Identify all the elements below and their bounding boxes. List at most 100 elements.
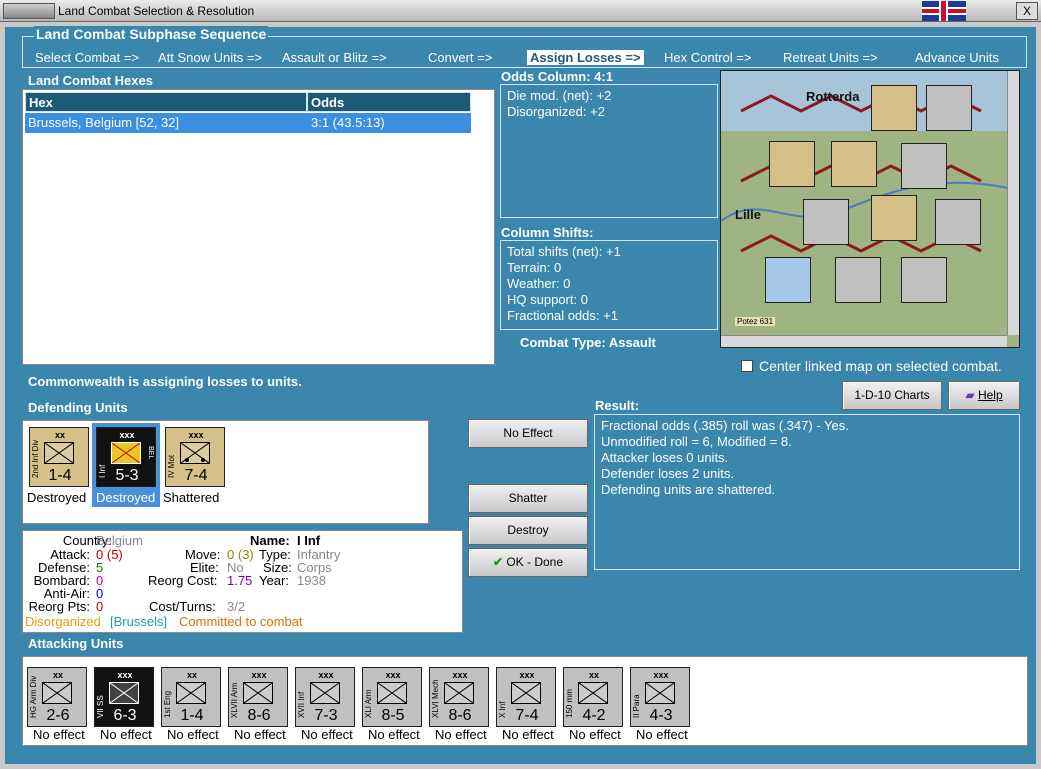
- attacker-counter[interactable]: xxx XLVII Arm 8-6: [228, 667, 288, 727]
- map-unit-counter[interactable]: [871, 85, 917, 131]
- defender-status: Destroyed: [27, 490, 87, 505]
- shatter-button[interactable]: Shatter: [468, 484, 588, 513]
- unit-type-icon: [645, 682, 675, 704]
- hexes-title: Land Combat Hexes: [28, 73, 153, 88]
- map-unit-counter[interactable]: [901, 257, 947, 303]
- close-button[interactable]: X: [1016, 2, 1038, 20]
- odds-cell: 3:1 (43.5:13): [311, 115, 385, 130]
- attacker-counter[interactable]: xxx VII SS 6-3: [94, 667, 154, 727]
- attacker-status: No effect: [435, 727, 487, 742]
- reorgcost-value: 1.75: [227, 573, 253, 588]
- step-select-combat: Select Combat =>: [35, 50, 140, 65]
- infantry-icon: [44, 442, 74, 464]
- disorganized-status: Disorganized: [25, 614, 101, 629]
- attacker-counter[interactable]: xx 150 mm 4-2: [563, 667, 623, 727]
- center-map-label: Center linked map on selected combat.: [759, 358, 1002, 374]
- name-value: I Inf: [297, 533, 321, 548]
- defender-counter[interactable]: xxx IV Mot 7-4: [165, 427, 225, 487]
- result-line: Unmodified roll = 6, Modified = 8.: [601, 434, 792, 449]
- map-unit-counter[interactable]: [935, 199, 981, 245]
- defender-counter[interactable]: xx 2nd Inf Div 1-4: [29, 427, 89, 487]
- map-label-lille: Lille: [735, 207, 762, 222]
- result-title: Result:: [595, 398, 640, 413]
- shift-line: Fractional odds: +1: [507, 308, 618, 323]
- step-assign-losses: Assign Losses =>: [527, 50, 644, 65]
- step-convert: Convert =>: [428, 50, 493, 65]
- table-row[interactable]: Brussels, Belgium [52, 32] 3:1 (43.5:13): [25, 113, 471, 133]
- window-menu-icon[interactable]: [3, 3, 55, 19]
- attacker-status: No effect: [100, 727, 152, 742]
- disorganized-text: Disorganized: +2: [507, 104, 605, 119]
- checkmark-icon: ✔: [492, 555, 503, 569]
- unit-strength: 7-4: [515, 707, 539, 724]
- combat-type: Combat Type: Assault: [520, 335, 656, 350]
- unit-strength: 1-4: [48, 467, 72, 484]
- shifts-box: Total shifts (net): +1 Terrain: 0 Weathe…: [500, 240, 718, 330]
- ok-done-button[interactable]: ✔ OK - Done: [468, 548, 588, 577]
- linked-map[interactable]: Rotterda Lille Potez 631: [720, 70, 1020, 348]
- map-unit-counter[interactable]: [803, 199, 849, 245]
- attacker-counter[interactable]: xxx XVII Inf 7-3: [295, 667, 355, 727]
- step-assault-blitz: Assault or Blitz =>: [282, 50, 387, 65]
- shift-line: Weather: 0: [507, 276, 571, 291]
- unit-strength: 8-5: [381, 707, 405, 724]
- unit-type-icon: [444, 682, 474, 704]
- destroy-button[interactable]: Destroy: [468, 516, 588, 545]
- year-value: 1938: [297, 573, 326, 588]
- result-line: Defender loses 2 units.: [601, 466, 734, 481]
- no-effect-button[interactable]: No Effect: [468, 419, 588, 448]
- die-mod-text: Die mod. (net): +2: [507, 88, 612, 103]
- reorgcost-label: Reorg Cost:: [148, 573, 218, 588]
- step-retreat: Retreat Units =>: [783, 50, 878, 65]
- attacker-counter[interactable]: xx HG Arm Div 2-6: [27, 667, 87, 727]
- unit-strength: 1-4: [180, 707, 204, 724]
- map-unit-counter[interactable]: [765, 257, 811, 303]
- attacker-status: No effect: [167, 727, 219, 742]
- attacking-units-panel: xx HG Arm Div 2-6 No effect xxx VII SS 6-3 No e…: [22, 656, 1028, 746]
- map-horizontal-scrollbar[interactable]: [721, 335, 1007, 347]
- result-box: Fractional odds (.385) roll was (.347) -…: [594, 414, 1020, 570]
- defender-counter[interactable]: xxx I Inf BEL 5-3: [96, 427, 156, 487]
- map-unit-counter[interactable]: [926, 85, 972, 131]
- unit-type-icon: [243, 682, 273, 704]
- unit-strength: 6-3: [113, 707, 137, 724]
- attacking-title: Attacking Units: [28, 636, 124, 651]
- title-bar: Land Combat Selection & Resolution X: [0, 0, 1041, 22]
- map-unit-counter[interactable]: [871, 195, 917, 241]
- attacker-status: No effect: [234, 727, 286, 742]
- charts-button[interactable]: 1-D-10 Charts: [842, 381, 942, 410]
- odds-title: Odds Column: 4:1: [501, 69, 613, 84]
- center-map-checkbox[interactable]: [741, 360, 753, 372]
- unit-type-icon: [176, 682, 206, 704]
- motorized-icon: [180, 442, 210, 464]
- step-hex-control: Hex Control =>: [664, 50, 752, 65]
- attacker-counter[interactable]: xxx XLVI Mech 8-6: [429, 667, 489, 727]
- help-book-icon: ▰: [965, 388, 975, 402]
- infantry-icon: [111, 442, 141, 464]
- unit-type-icon: [578, 682, 608, 704]
- help-label: Help: [977, 388, 1003, 402]
- unit-strength: 4-3: [649, 707, 673, 724]
- attacker-counter[interactable]: xx 1st Eng 1-4: [161, 667, 221, 727]
- unit-type-icon: [511, 682, 541, 704]
- help-button[interactable]: ▰ Help: [948, 381, 1020, 410]
- attacker-status: No effect: [301, 727, 353, 742]
- map-vertical-scrollbar[interactable]: [1007, 71, 1019, 335]
- hex-column-header[interactable]: Hex: [25, 92, 307, 112]
- map-unit-counter[interactable]: [831, 141, 877, 187]
- year-label: Year:: [259, 573, 289, 588]
- unit-strength: 2-6: [46, 707, 70, 724]
- attacker-status: No effect: [502, 727, 554, 742]
- map-unit-counter[interactable]: [901, 143, 947, 189]
- attacker-status: No effect: [569, 727, 621, 742]
- name-label: Name:: [250, 533, 290, 548]
- attacker-counter[interactable]: xxx X Inf 7-4: [496, 667, 556, 727]
- unit-strength: 5-3: [115, 467, 139, 484]
- nation-tag: BEL: [147, 446, 154, 460]
- odds-column-header[interactable]: Odds: [307, 92, 471, 112]
- map-unit-counter[interactable]: [769, 141, 815, 187]
- attacker-counter[interactable]: xxx XLI Arm 8-5: [362, 667, 422, 727]
- attacker-counter[interactable]: xxx II Para 4-3: [630, 667, 690, 727]
- map-unit-counter[interactable]: [835, 257, 881, 303]
- window-title: Land Combat Selection & Resolution: [58, 4, 255, 18]
